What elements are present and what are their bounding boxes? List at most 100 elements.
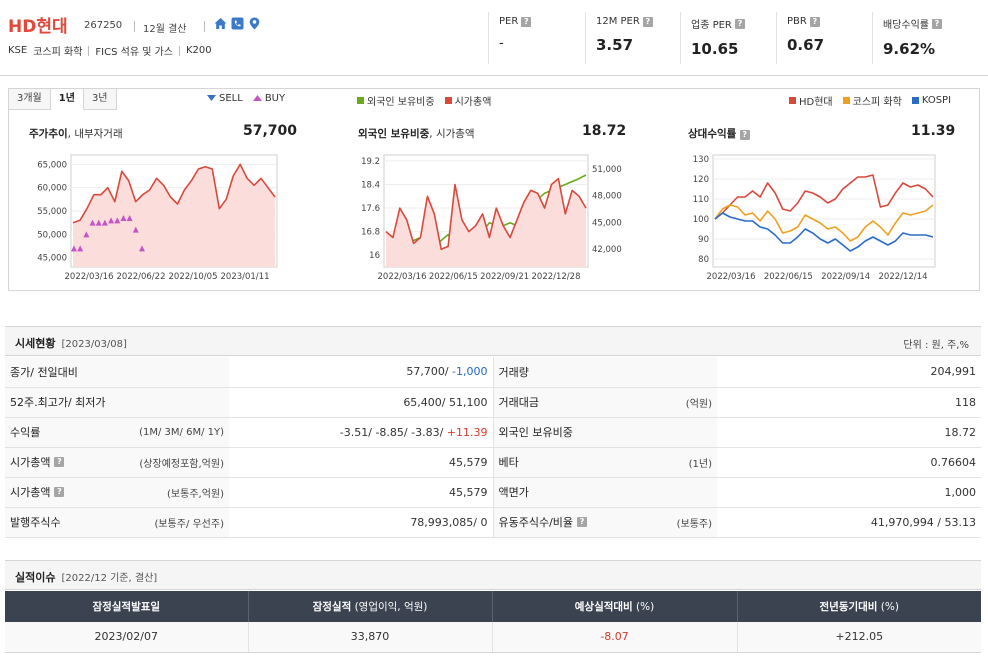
tab-3-years[interactable]: 3년 (83, 89, 117, 110)
prelim-earnings: 33,870 (248, 622, 493, 653)
y-tick-label: 19.2 (361, 157, 380, 167)
relative-return-chart: 130 120 110 100 90 80 2022/03/16 2022/06/15 2022… (693, 154, 936, 282)
x-tick-label: 2022/12/14 (879, 272, 928, 282)
help-icon[interactable]: ? (739, 130, 750, 140)
chart3-title: 상대수익률 ? (688, 126, 750, 141)
metric-value: 3.57 (596, 36, 634, 54)
help-icon[interactable]: ? (809, 16, 820, 27)
triangle-up-icon (252, 95, 262, 101)
y-tick-label: 55,000 (37, 207, 67, 217)
help-icon[interactable]: ? (642, 16, 653, 27)
legend-kospi: KOSPI (911, 95, 951, 106)
tab-1-year[interactable]: 1년 (50, 89, 84, 110)
x-tick-label: 2022/06/15 (429, 272, 478, 282)
help-icon[interactable]: ? (54, 457, 65, 467)
map-pin-icon[interactable] (248, 17, 261, 30)
x-tick-label: 2022/06/22 (117, 272, 166, 282)
index-label: K200 (186, 45, 212, 56)
chart2-value: 18.72 (582, 123, 627, 139)
help-icon[interactable]: ? (932, 18, 942, 29)
earnings-header: 예상실적대비 (%) (492, 591, 738, 622)
y-tick-label: 65,000 (37, 160, 67, 170)
legend-foreign-ratio: 외국인 보유비중 (357, 93, 435, 108)
metric-value: - (499, 36, 504, 51)
company-links (214, 17, 261, 30)
metric-sector-per: 업종 PER? 10.65 (691, 16, 745, 58)
divider (488, 12, 489, 64)
company-header: HD현대 267250 12월 결산 KSE 코스피 화학 FICS 석유 및 … (0, 0, 988, 76)
metric-pbr: PBR? 0.67 (787, 16, 824, 54)
legend-hd: HD현대 (789, 93, 833, 108)
row-label: 발행주식수 (보통주/ 우선주) (5, 507, 229, 538)
tab-3-months[interactable]: 3개월 (9, 89, 51, 110)
y2-tick-label: 48,000 (592, 192, 622, 202)
help-icon[interactable]: ? (54, 487, 65, 497)
plot-area (712, 154, 936, 268)
divider (204, 21, 205, 32)
metric-per: PER? - (499, 16, 532, 51)
y-tick-label: 80 (698, 255, 709, 265)
row-value: 57,700/ -1,000 (229, 357, 494, 388)
divider (872, 12, 873, 64)
earnings-header: 잠정실적 (영업이익, 억원) (248, 591, 493, 622)
y-tick-label: 120 (693, 175, 709, 185)
table-row: 발행주식수 (보통주/ 우선주) 78,993,085/ 0 유동주식수/비율? (보… (5, 507, 981, 538)
row-label: 시가총액? (보통주,억원) (5, 477, 229, 508)
section-date: [2023/03/08] (61, 339, 127, 350)
price-chart: 65,000 60,000 55,000 50,000 45,000 2022/03/16… (37, 154, 278, 282)
market-label: KSE (8, 45, 28, 56)
metric-12m-per: 12M PER? 3.57 (596, 16, 653, 54)
foreign-ownership-chart: 19.2 18.4 17.6 16.8 16 51,000 48,000 45,000 42,0… (361, 154, 622, 282)
earnings-header: 전년동기대비 (%) (737, 591, 981, 622)
company-name: HD현대 (8, 17, 68, 37)
row-value: 41,970,994 / 53.13 (717, 507, 981, 538)
chart3-value: 11.39 (911, 123, 956, 139)
company-tags: KSE 코스피 화학 FICS 석유 및 가스 K200 (8, 43, 212, 58)
legend-buy: BUY (252, 93, 285, 104)
y-tick-label: 18.4 (361, 180, 380, 190)
help-icon[interactable]: ? (734, 18, 745, 29)
table-row: 52주.최고가/ 최저가 65,400/ 51,100 거래대금 (억원) 118 (5, 387, 981, 418)
row-label: 종가/ 전일대비 (5, 357, 229, 388)
period-tabs: 3개월 1년 3년 (9, 89, 117, 110)
y-tick-label: 17.6 (361, 204, 380, 214)
y2-tick-label: 51,000 (592, 165, 622, 175)
legend-foreign: 외국인 보유비중 시가총액 (357, 93, 491, 108)
earnings-table: 잠정실적발표일 잠정실적 (영업이익, 억원) 예상실적대비 (%) 전년동기대… (5, 591, 981, 653)
metric-label: 업종 PER (691, 20, 732, 31)
earnings-section-header: 실적이슈 [2022/12 기준, 결산] (5, 560, 981, 590)
y-tick-label: 90 (698, 235, 709, 245)
metric-dividend-yield: 배당수익률? 9.62% (883, 16, 942, 58)
chart1-title: 주가추이, 내부자거래 (29, 128, 123, 140)
row-value: 45,579 (229, 447, 494, 478)
metric-value: 10.65 (691, 40, 739, 58)
fics-sector: FICS 석유 및 가스 (95, 47, 173, 58)
legend-insider: SELL BUY (207, 93, 285, 104)
y-tick-label: 16.8 (361, 228, 380, 238)
divider (88, 45, 90, 56)
metric-label: 12M PER (596, 16, 640, 27)
fiscal-year: 12월 결산 (143, 24, 187, 35)
x-tick-label: 2022/12/28 (532, 272, 581, 282)
y2-tick-label: 42,000 (592, 245, 622, 255)
y-tick-label: 110 (693, 195, 709, 205)
vs-estimate: -8.07 (492, 622, 738, 653)
market-section-header: 시세현황 [2023/03/08] 단위 : 원, 주,% (5, 326, 981, 356)
phone-icon[interactable] (231, 17, 244, 30)
home-icon[interactable] (214, 17, 227, 30)
earnings-header: 잠정실적발표일 (5, 591, 249, 622)
help-icon[interactable]: ? (521, 16, 532, 27)
row-value: 118 (717, 387, 981, 418)
row-value: 78,993,085/ 0 (229, 507, 494, 538)
y-tick-label: 16 (369, 251, 380, 261)
metric-label: 배당수익률 (883, 20, 929, 31)
legend-sell: SELL (207, 93, 243, 104)
row-value: -3.51/ -8.85/ -3.83/ +11.39 (229, 417, 494, 448)
row-label: 수익률 (1M/ 3M/ 6M/ 1Y) (5, 417, 229, 448)
divider (134, 21, 135, 32)
y-tick-label: 45,000 (37, 254, 67, 264)
help-icon[interactable]: ? (577, 517, 588, 527)
row-value: 45,579 (229, 477, 494, 508)
triangle-down-icon (207, 95, 216, 101)
row-value: 0.76604 (717, 447, 981, 478)
